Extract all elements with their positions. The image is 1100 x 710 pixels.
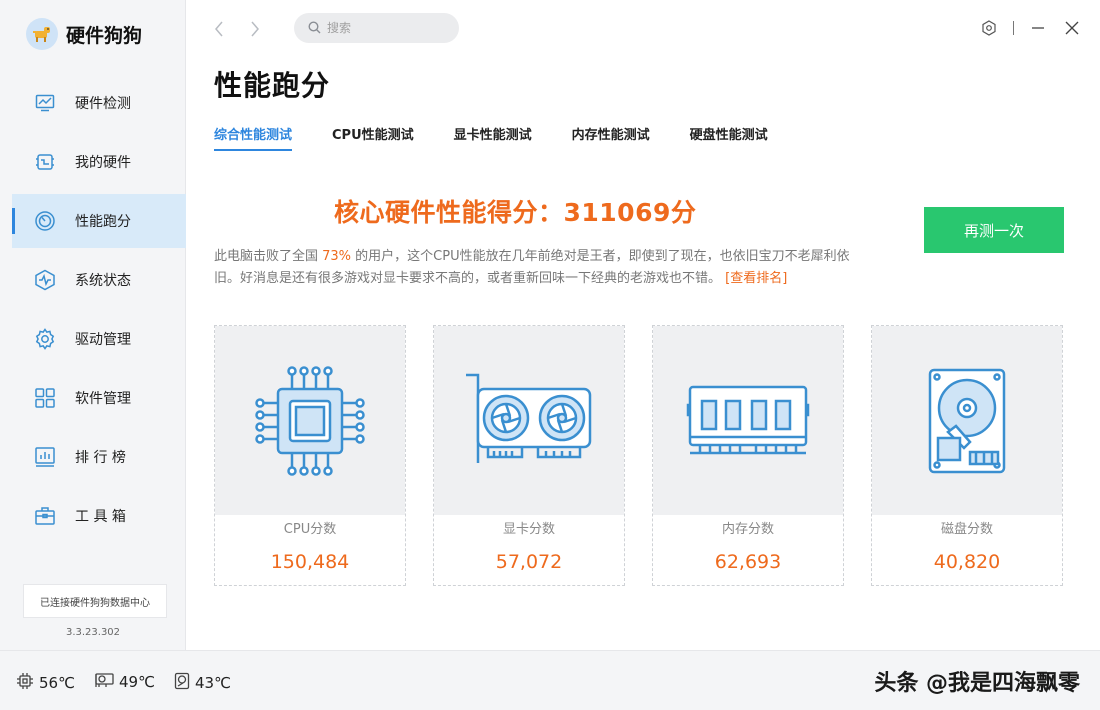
sidebar-item-leaderboard[interactable]: 排 行 榜 xyxy=(0,430,186,484)
tab-memory-test[interactable]: 内存性能测试 xyxy=(572,124,650,151)
cpu-temp-value: 56℃ xyxy=(39,674,75,692)
speedometer-icon xyxy=(34,210,56,232)
memory-icon xyxy=(653,326,843,515)
sidebar-item-label: 系统状态 xyxy=(75,273,131,289)
cpu-score-card: CPU分数 150,484 xyxy=(214,325,406,586)
memory-score-card: 内存分数 62,693 xyxy=(652,325,844,586)
tab-disk-test[interactable]: 硬盘性能测试 xyxy=(690,124,768,151)
sidebar-item-label: 性能跑分 xyxy=(75,214,131,230)
connection-status: 已连接硬件狗狗数据中心 xyxy=(23,584,167,618)
brand: 硬件狗狗 xyxy=(26,18,142,50)
bar-chart-icon xyxy=(34,446,56,468)
back-arrow-icon[interactable] xyxy=(210,18,228,40)
sidebar-item-label: 我的硬件 xyxy=(75,155,131,171)
gpu-score-card: 显卡分数 57,072 xyxy=(433,325,625,586)
monitor-icon xyxy=(34,92,56,114)
score-description: 此电脑击败了全国 73% 的用户，这个CPU性能放在几年前绝对是王者，即使到了现… xyxy=(214,246,864,290)
card-value: 57,072 xyxy=(495,551,563,573)
sidebar-item-toolbox[interactable]: 工 具 箱 xyxy=(0,489,186,543)
page-title: 性能跑分 xyxy=(214,69,331,102)
sidebar-item-label: 工 具 箱 xyxy=(75,509,126,525)
app-name: 硬件狗狗 xyxy=(66,24,143,47)
sidebar-item-label: 硬件检测 xyxy=(75,96,131,112)
pulse-icon xyxy=(34,269,56,291)
gpu-card-icon xyxy=(94,672,114,692)
tab-overall-test[interactable]: 综合性能测试 xyxy=(214,124,293,151)
disk-temperature: 43℃ xyxy=(174,672,231,694)
tab-gpu-test[interactable]: 显卡性能测试 xyxy=(454,124,532,151)
cpu-chip-icon xyxy=(16,672,34,694)
beat-percent: 73% xyxy=(322,249,352,264)
disk-drive-icon xyxy=(174,672,190,694)
hard-disk-icon xyxy=(872,326,1062,515)
sidebar-item-label: 排 行 榜 xyxy=(75,450,126,466)
sidebar: 硬件狗狗 硬件检测 我的硬件 性能跑分 系统状态 驱动管理 软件管理 排 行 榜… xyxy=(0,0,186,650)
cpu-temperature: 56℃ xyxy=(16,672,75,694)
status-bar: 56℃ 49℃ 43℃ 头条 @我是四海飘零 xyxy=(0,650,1100,710)
dog-logo-icon xyxy=(26,18,58,50)
disk-temp-value: 43℃ xyxy=(195,674,231,692)
card-label: 显卡分数 xyxy=(502,522,555,537)
gear-icon xyxy=(34,328,56,350)
tab-cpu-test[interactable]: CPU性能测试 xyxy=(332,124,414,151)
card-label: 磁盘分数 xyxy=(940,522,993,537)
close-icon[interactable] xyxy=(1062,17,1082,39)
sidebar-item-software-manager[interactable]: 软件管理 xyxy=(0,371,186,425)
score-cards: CPU分数 150,484 显卡分数 57,072 内存分数 62,693 磁盘… xyxy=(214,325,1063,586)
chip-icon xyxy=(34,151,56,173)
test-tabs: 综合性能测试 CPU性能测试 显卡性能测试 内存性能测试 硬盘性能测试 xyxy=(214,124,808,151)
grid-icon xyxy=(34,387,56,409)
app-version: 3.3.23.302 xyxy=(65,627,121,638)
window-controls xyxy=(979,17,1082,39)
minimize-icon[interactable] xyxy=(1028,17,1048,39)
search-box[interactable] xyxy=(294,13,459,43)
watermark-text: 头条 @我是四海飘零 xyxy=(874,671,1080,696)
sidebar-item-label: 软件管理 xyxy=(75,391,131,407)
search-input[interactable] xyxy=(327,21,447,35)
toolbox-icon xyxy=(34,505,56,527)
card-value: 150,484 xyxy=(270,551,350,573)
gpu-temperature: 49℃ xyxy=(94,672,155,692)
forward-arrow-icon[interactable] xyxy=(246,18,264,40)
desc-prefix: 此电脑击败了全国 xyxy=(214,249,323,264)
total-score: 核心硬件性能得分：311069分 xyxy=(334,198,697,227)
cpu-icon xyxy=(215,326,405,515)
card-value: 40,820 xyxy=(933,551,1001,573)
settings-gear-icon[interactable] xyxy=(979,17,999,39)
separator xyxy=(1013,21,1014,35)
sidebar-item-label: 驱动管理 xyxy=(75,332,131,348)
retest-button[interactable]: 再测一次 xyxy=(924,207,1064,253)
graphics-card-icon xyxy=(434,326,624,515)
sidebar-item-hardware-detect[interactable]: 硬件检测 xyxy=(0,76,186,130)
history-nav xyxy=(210,18,264,40)
view-ranking-link[interactable]: [查看排名] xyxy=(725,271,787,286)
search-icon xyxy=(308,19,321,38)
disk-score-card: 磁盘分数 40,820 xyxy=(871,325,1063,586)
card-label: CPU分数 xyxy=(283,522,337,537)
card-label: 内存分数 xyxy=(721,522,774,537)
sidebar-item-my-hardware[interactable]: 我的硬件 xyxy=(0,135,186,189)
sidebar-nav: 硬件检测 我的硬件 性能跑分 系统状态 驱动管理 软件管理 排 行 榜 工 具 … xyxy=(0,76,186,548)
card-value: 62,693 xyxy=(714,551,782,573)
sidebar-item-benchmark[interactable]: 性能跑分 xyxy=(12,194,186,248)
gpu-temp-value: 49℃ xyxy=(119,673,155,691)
sidebar-item-driver-manager[interactable]: 驱动管理 xyxy=(0,312,186,366)
sidebar-item-system-status[interactable]: 系统状态 xyxy=(0,253,186,307)
